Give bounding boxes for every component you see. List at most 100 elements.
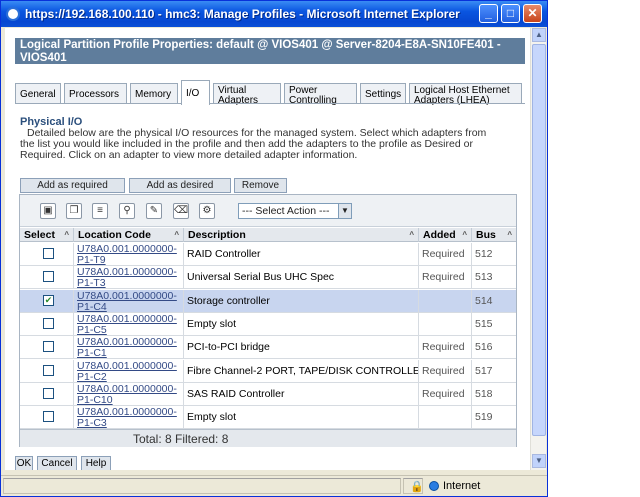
select-cell xyxy=(20,266,74,290)
add-as-desired-button[interactable]: Add as desired xyxy=(129,178,231,193)
add-as-required-button[interactable]: Add as required xyxy=(20,178,125,193)
select-cell xyxy=(20,312,74,336)
select-cell: ✔ xyxy=(20,289,74,313)
page-title: Logical Partition Profile Properties: de… xyxy=(15,38,525,64)
location-code-link[interactable]: U78A0.001.0000000- P1-C3 xyxy=(74,406,184,430)
description-cell: PCI-to-PCI bridge xyxy=(184,336,419,360)
table-row[interactable]: U78A0.001.0000000- P1-C10 SAS RAID Control… xyxy=(20,382,516,406)
description-cell: RAID Controller xyxy=(184,243,419,266)
added-cell: Required xyxy=(419,359,472,383)
chevron-down-icon: ▼ xyxy=(338,204,351,218)
tab-bar: General Processors Memory I/O Virtual Ad… xyxy=(15,80,523,106)
page-content: Logical Partition Profile Properties: de… xyxy=(5,28,530,470)
location-code-link[interactable]: U78A0.001.0000000- P1-C10 xyxy=(74,382,184,406)
table-row[interactable]: U78A0.001.0000000- P1-C5 Empty slot 515 xyxy=(20,312,516,336)
location-code-link[interactable]: U78A0.001.0000000- P1-T9 xyxy=(74,243,184,266)
scroll-down-icon[interactable]: ▼ xyxy=(532,454,546,468)
internet-explorer-icon xyxy=(6,7,20,21)
adapter-table: ▣ ❐ ≡ ⚲ ✎ ⌫ ⚙ --- Select Action --- ▼ Se… xyxy=(19,194,517,447)
added-cell: Required xyxy=(419,382,472,406)
bus-cell: 513 xyxy=(475,271,493,284)
title-bar: https://192.168.100.110 - hmc3: Manage P… xyxy=(1,1,547,27)
tab-lhea[interactable]: Logical Host Ethernet Adapters (LHEA) xyxy=(409,83,522,106)
tab-label: Settings xyxy=(365,89,402,100)
internet-zone-icon xyxy=(429,481,439,491)
description-cell: SAS RAID Controller xyxy=(184,382,419,406)
security-zone-label: Internet xyxy=(443,480,481,492)
bus-cell: 516 xyxy=(475,341,493,354)
column-header-description[interactable]: Description ^ xyxy=(184,228,419,242)
window-title: https://192.168.100.110 - hmc3: Manage P… xyxy=(25,7,460,21)
table-header: Select ^ Location Code ^ Description ^ Adde… xyxy=(20,228,516,242)
browser-window: https://192.168.100.110 - hmc3: Manage P… xyxy=(0,0,548,497)
scroll-up-icon[interactable]: ▲ xyxy=(532,28,546,42)
table-row[interactable]: U78A0.001.0000000- P1-T9 RAID Controller Re… xyxy=(20,243,516,266)
row-checkbox[interactable] xyxy=(43,317,54,329)
select-action-dropdown[interactable]: --- Select Action --- ▼ xyxy=(238,203,352,219)
cancel-button[interactable]: Cancel xyxy=(37,456,77,470)
tab-divider xyxy=(15,103,525,104)
tab-virtual-adapters[interactable]: Virtual Adapters xyxy=(213,83,281,106)
select-cell xyxy=(20,243,74,266)
row-checkbox[interactable] xyxy=(43,411,54,423)
table-row[interactable]: ✔ U78A0.001.0000000- P1-C4 Storage controll… xyxy=(20,289,516,313)
description-cell: Empty slot xyxy=(184,312,419,336)
row-checkbox[interactable] xyxy=(43,364,54,376)
remove-button[interactable]: Remove xyxy=(234,178,287,193)
status-text-pane xyxy=(3,478,401,494)
row-checkbox[interactable] xyxy=(43,271,54,283)
maximize-button[interactable]: □ xyxy=(501,4,520,23)
bus-cell: 515 xyxy=(475,317,493,330)
sort-icon: ^ xyxy=(462,230,467,239)
bus-cell: 518 xyxy=(475,387,493,400)
help-button[interactable]: Help xyxy=(81,456,111,470)
tab-settings[interactable]: Settings xyxy=(360,83,406,104)
minimize-button[interactable]: _ xyxy=(479,4,498,23)
table-row[interactable]: U78A0.001.0000000- P1-T3 Universal Serial … xyxy=(20,266,516,290)
sort-icon: ^ xyxy=(507,230,512,239)
location-code-link[interactable]: U78A0.001.0000000- P1-C5 xyxy=(74,312,184,336)
select-all-icon[interactable]: ▣ xyxy=(40,203,56,219)
location-code-link[interactable]: U78A0.001.0000000- P1-C4 xyxy=(74,289,184,313)
added-cell xyxy=(419,312,472,336)
configure-columns-icon[interactable]: ⚙ xyxy=(199,203,215,219)
clear-sort-icon[interactable]: ⌫ xyxy=(173,203,189,219)
filter-icon[interactable]: ≡ xyxy=(92,203,108,219)
description-cell: Fibre Channel-2 PORT, TAPE/DISK CONTROLL… xyxy=(184,359,419,383)
location-code-link[interactable]: U78A0.001.0000000- P1-C2 xyxy=(74,359,184,383)
tab-power-controlling[interactable]: Power Controlling xyxy=(284,83,357,106)
select-cell xyxy=(20,382,74,406)
description-cell: Universal Serial Bus UHC Spec xyxy=(184,266,419,290)
added-cell: Required xyxy=(419,243,472,266)
tab-general[interactable]: General xyxy=(15,83,61,104)
deselect-all-icon[interactable]: ❐ xyxy=(66,203,82,219)
tab-label: General xyxy=(20,89,56,100)
table-row[interactable]: U78A0.001.0000000- P1-C2 Fibre Channel-2 P… xyxy=(20,359,516,383)
row-checkbox[interactable] xyxy=(43,248,54,259)
column-header-added[interactable]: Added ^ xyxy=(419,228,472,242)
column-header-location-code[interactable]: Location Code ^ xyxy=(74,228,184,242)
scroll-thumb[interactable] xyxy=(532,44,546,436)
row-checkbox[interactable] xyxy=(43,387,54,399)
table-row[interactable]: U78A0.001.0000000- P1-C1 PCI-to-PCI bridge… xyxy=(20,336,516,360)
sort-icon: ^ xyxy=(174,230,179,239)
select-cell xyxy=(20,336,74,360)
location-code-link[interactable]: U78A0.001.0000000- P1-T3 xyxy=(74,266,184,290)
column-header-bus[interactable]: Bus ^ xyxy=(472,228,516,242)
ok-button[interactable]: OK xyxy=(15,456,33,470)
description-cell: Storage controller xyxy=(184,289,419,313)
vertical-scrollbar[interactable]: ▲ ▼ xyxy=(530,28,546,470)
row-checkbox[interactable] xyxy=(43,341,54,353)
bus-cell: 512 xyxy=(475,248,493,260)
tab-processors[interactable]: Processors xyxy=(64,83,127,104)
row-checkbox[interactable]: ✔ xyxy=(43,294,54,306)
location-code-link[interactable]: U78A0.001.0000000- P1-C1 xyxy=(74,336,184,360)
close-button[interactable]: ✕ xyxy=(523,4,542,23)
tab-memory[interactable]: Memory xyxy=(130,83,178,104)
edit-sort-icon[interactable]: ✎ xyxy=(146,203,162,219)
select-cell xyxy=(20,406,74,430)
show-filter-row-icon[interactable]: ⚲ xyxy=(119,203,135,219)
tab-io[interactable]: I/O xyxy=(181,80,210,105)
column-header-select[interactable]: Select ^ xyxy=(20,228,74,242)
table-row[interactable]: U78A0.001.0000000- P1-C3 Empty slot 519 xyxy=(20,406,516,430)
